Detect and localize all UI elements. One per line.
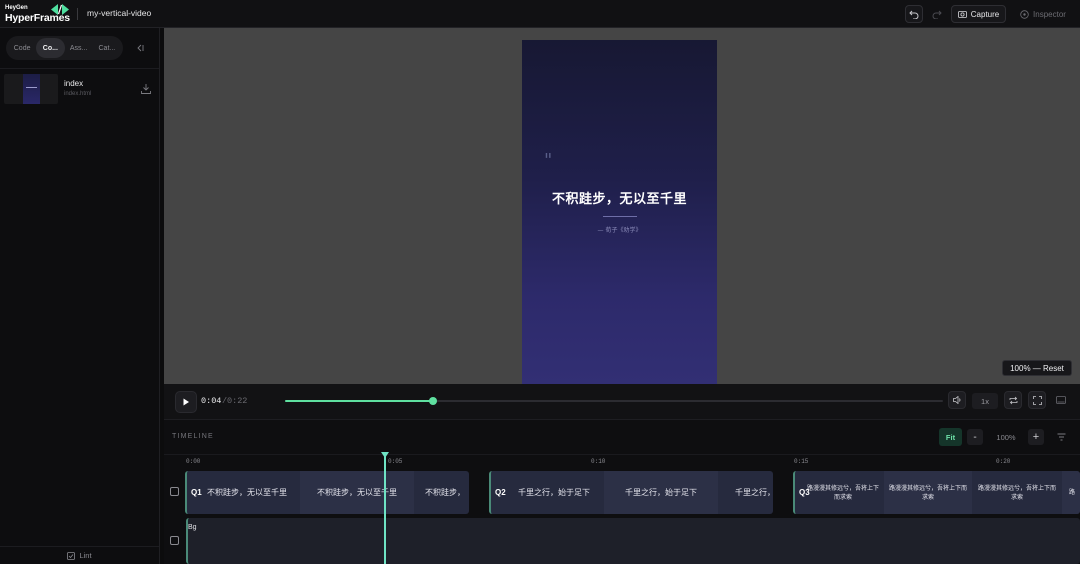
top-bar: HeyGen HyperFrames my-vertical-video Cap… (0, 0, 1080, 28)
sidebar: Code Co... Ass... Cat... index index.htm… (0, 28, 160, 564)
top-divider (77, 8, 78, 20)
clip-frame: 路漫漫其修远兮，吾将上下而求索 (806, 484, 879, 501)
inspector-label: Inspector (1033, 9, 1066, 19)
player-controls: 0:04 / 0:22 1x (164, 384, 1080, 420)
track-icon[interactable] (170, 487, 179, 496)
play-icon (183, 398, 189, 406)
tab-assets[interactable]: Ass... (65, 38, 93, 58)
project-name[interactable]: my-vertical-video (87, 8, 151, 18)
video-canvas[interactable]: " 不积跬步，无以至千里 — 荀子《劝学》 (522, 40, 717, 384)
brand-logo[interactable]: HeyGen HyperFrames (5, 3, 71, 25)
undo-icon (909, 10, 919, 19)
thumbnail-text-line (26, 87, 37, 88)
clip-q2[interactable]: Q2 千里之行，始于足下 千里之行，始于足下 千里之行， (489, 471, 773, 514)
clip-frame: 不积跬步，无以至千里 (207, 488, 287, 497)
clip-frame: 千里之行，始于足下 (518, 488, 590, 497)
thumbnail-canvas (23, 74, 40, 104)
composition-item[interactable]: index index.html (4, 74, 154, 104)
brand-mark-icon (51, 4, 69, 15)
composition-thumbnail (4, 74, 58, 104)
collapse-sidebar-button[interactable] (134, 42, 146, 54)
lint-label: Lint (79, 551, 92, 560)
quote-text: 不积跬步，无以至千里 (551, 192, 687, 207)
pip-icon (1056, 396, 1066, 404)
lint-button[interactable]: Lint (0, 546, 159, 564)
clip-frame: 路 (1062, 471, 1080, 514)
redo-icon (932, 10, 942, 19)
clip-frame: 千里之行，始于足下 (604, 471, 718, 514)
composition-title: index (64, 79, 84, 88)
scrub-progress (285, 400, 434, 402)
time-ruler[interactable]: 0:00 0:05 0:10 0:15 0:20 (164, 454, 1080, 468)
volume-button[interactable] (948, 391, 966, 409)
zoom-in-button[interactable]: + (1028, 429, 1044, 445)
scrub-handle[interactable] (429, 397, 438, 405)
filter-icon (1057, 433, 1065, 441)
zoom-reset-button[interactable]: 100% — Reset (1002, 360, 1072, 376)
filter-button[interactable] (1054, 430, 1068, 444)
loop-button[interactable] (1004, 391, 1022, 409)
clip-frame: 不积跬步，无以至千里 (300, 471, 414, 514)
fullscreen-icon (1032, 395, 1042, 405)
quote-mark: " (544, 150, 553, 171)
redo-button[interactable] (928, 5, 946, 23)
capture-button[interactable]: Capture (951, 5, 1006, 23)
timeline-title: TIMELINE (172, 433, 214, 440)
collapse-icon (137, 44, 144, 52)
clip-frame: 千里之行， (735, 488, 773, 497)
zoom-out-button[interactable]: - (967, 429, 983, 445)
track-icon[interactable] (170, 536, 179, 545)
composition-file: index.html (64, 91, 92, 97)
download-icon[interactable] (140, 83, 152, 95)
capture-label: Capture (970, 9, 1000, 19)
picture-in-picture-button[interactable] (1052, 391, 1070, 409)
tick-label: 0:10 (591, 458, 606, 465)
undo-button[interactable] (905, 5, 923, 23)
scrub-bar[interactable] (285, 397, 943, 405)
clip-frame: 路漫漫其修远兮，吾将上下而求索 (884, 471, 972, 514)
clip-frame: 路漫漫其修远兮，吾将上下而求索 (977, 484, 1056, 501)
tick-label: 0:15 (794, 458, 809, 465)
tick-label: 0:00 (186, 458, 201, 465)
clip-label: Q3 (799, 488, 810, 497)
tab-catalog[interactable]: Cat... (93, 38, 121, 58)
loop-icon (1009, 396, 1017, 404)
quote-author: — 荀子《劝学》 (597, 227, 642, 234)
playhead[interactable] (381, 452, 389, 564)
clip-label: Bg (188, 524, 197, 531)
sidebar-tabs: Code Co... Ass... Cat... (6, 36, 123, 60)
tab-code[interactable]: Code (8, 38, 36, 58)
camera-icon (957, 11, 967, 18)
clip-frame: 不积跬步， (425, 488, 465, 497)
tab-compositions[interactable]: Co... (36, 38, 65, 58)
playback-speed-button[interactable]: 1x (972, 393, 998, 409)
total-time: 0:22 (227, 396, 248, 406)
quote-divider (603, 216, 637, 217)
zoom-level: 100% (996, 433, 1016, 442)
tick-label: 0:20 (996, 458, 1011, 465)
clip-q1[interactable]: Q1 不积跬步，无以至千里 不积跬步，无以至千里 不积跬步， (185, 471, 469, 514)
tick-label: 0:05 (388, 458, 403, 465)
preview-area: " 不积跬步，无以至千里 — 荀子《劝学》 100% — Reset (164, 28, 1080, 384)
brand-small-text: HeyGen (5, 5, 28, 11)
clip-label: Q2 (495, 488, 506, 497)
fit-button[interactable]: Fit (939, 428, 962, 446)
playhead-handle[interactable] (381, 452, 389, 458)
timeline-panel: TIMELINE Fit - 100% + 0:00 0:05 0:10 0:1… (164, 420, 1080, 564)
speaker-icon (952, 396, 960, 404)
play-button[interactable] (175, 391, 197, 413)
current-time: 0:04 (201, 396, 222, 406)
inspector-button[interactable]: Inspector (1013, 5, 1073, 23)
fullscreen-button[interactable] (1028, 391, 1046, 409)
inspector-icon (1020, 9, 1029, 19)
clip-label: Q1 (191, 488, 202, 497)
lint-icon (67, 551, 76, 560)
clip-bg[interactable]: Bg (186, 518, 1080, 564)
clip-q3[interactable]: Q3 路漫漫其修远兮，吾将上下而求索 路漫漫其修远兮，吾将上下而求索 路漫漫其修… (793, 471, 1080, 514)
sidebar-divider (0, 68, 159, 69)
